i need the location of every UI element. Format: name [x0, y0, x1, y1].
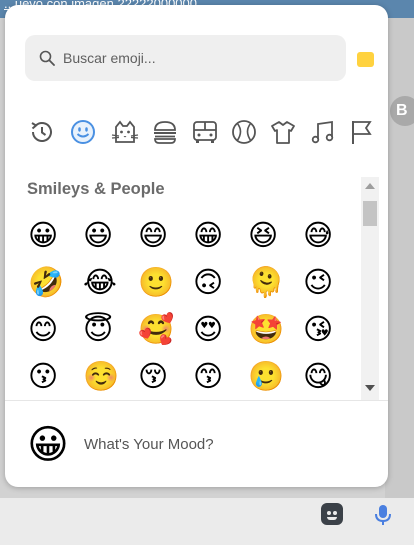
emoji-button-eye-icon: [327, 511, 331, 515]
cat-icon: [111, 120, 139, 143]
emoji-button[interactable]: 🫠: [248, 265, 303, 312]
emoji-button[interactable]: 😁: [193, 218, 248, 265]
music-note-icon: [311, 120, 334, 144]
category-travel[interactable]: [188, 115, 222, 149]
emoji-list[interactable]: Smileys & People 😀 😃 😄 😁 😆 😅 🤣 😂 🙂 🙃 🫠 😉 😊 😇 🥰 😍 🤩 😘 😗 ☺️ 😚 😙…: [14, 172, 388, 402]
emoji-button-eye-icon: [333, 511, 337, 515]
emoji-button[interactable]: 😋: [303, 359, 358, 402]
category-activities[interactable]: [227, 115, 261, 149]
emoji-button[interactable]: 🙃: [193, 265, 248, 312]
emoji-row: 🤣 😂 🙂 🙃 🫠 😉: [28, 265, 358, 312]
emoji-button[interactable]: 😅: [303, 218, 358, 265]
emoji-button[interactable]: 😚: [138, 359, 193, 402]
avatar-letter: B: [396, 102, 408, 119]
category-animals[interactable]: [108, 115, 142, 149]
emoji-button[interactable]: 😉: [303, 265, 358, 312]
category-flags[interactable]: [344, 115, 378, 149]
emoji-button[interactable]: 😂: [83, 265, 138, 312]
category-symbols[interactable]: [306, 115, 340, 149]
category-food[interactable]: [148, 115, 182, 149]
emoji-button[interactable]: 😙: [193, 359, 248, 402]
skin-tone-selector[interactable]: [357, 52, 374, 67]
emoji-row: 😗 ☺️ 😚 😙 🥲 😋: [28, 359, 358, 402]
chat-background-strip: [385, 18, 414, 498]
emoji-button[interactable]: 😄: [138, 218, 193, 265]
emoji-row: 😊 😇 🥰 😍 🤩 😘: [28, 312, 358, 359]
section-title: Smileys & People: [27, 180, 165, 198]
category-smileys[interactable]: [66, 115, 100, 149]
emoji-grid: 😀 😃 😄 😁 😆 😅 🤣 😂 🙂 🙃 🫠 😉 😊 😇 🥰 😍 🤩 😘 😗 ☺️ 😚 😙 🥲 😋: [28, 218, 358, 402]
message-input-bar: [0, 498, 414, 545]
ball-icon: [232, 120, 256, 144]
search-icon: [39, 50, 55, 66]
emoji-button[interactable]: 😃: [83, 218, 138, 265]
emoji-button-mouth-icon: [327, 517, 337, 520]
emoji-button[interactable]: 😀: [28, 218, 83, 265]
emoji-button[interactable]: 😍: [193, 312, 248, 359]
microphone-icon: [375, 505, 391, 525]
emoji-button[interactable]: 😘: [303, 312, 358, 359]
clock-icon: [31, 122, 52, 142]
search-box: [25, 35, 346, 81]
scrollbar[interactable]: [361, 177, 379, 401]
mood-label: What's Your Mood?: [84, 436, 214, 453]
emoji-picker: Smileys & People 😀😃😄😁😆😅🤣😂🙂🙃🫠😉😊😇🥰😍🤩😘😗☺️😚😙…: [5, 5, 388, 487]
scroll-down-arrow-icon[interactable]: [365, 385, 375, 391]
emoji-button[interactable]: 🤣: [28, 265, 83, 312]
category-recent[interactable]: [25, 115, 59, 149]
emoji-button[interactable]: 🥲: [248, 359, 303, 402]
mood-emoji: 😀: [27, 423, 69, 467]
scroll-up-arrow-icon[interactable]: [365, 183, 375, 189]
emoji-button[interactable]: 😊: [28, 312, 83, 359]
emoji-button[interactable]: ☺️: [83, 359, 138, 402]
emoji-button[interactable]: 🙂: [138, 265, 193, 312]
bus-icon: [193, 121, 217, 143]
emoji-button[interactable]: 🤩: [248, 312, 303, 359]
emoji-button[interactable]: 🥰: [138, 312, 193, 359]
emoji-button[interactable]: 😇: [83, 312, 138, 359]
smiley-icon: [71, 120, 95, 144]
flag-icon: [352, 121, 372, 144]
emoji-button[interactable]: 😆: [248, 218, 303, 265]
tshirt-icon: [271, 121, 295, 144]
mood-footer: 😀 What's Your Mood?: [5, 401, 388, 487]
emoji-button[interactable]: 😗: [28, 359, 83, 402]
burger-icon: [154, 121, 176, 144]
emoji-toggle-button[interactable]: [321, 503, 343, 525]
emoji-row: 😀 😃 😄 😁 😆 😅: [28, 218, 358, 265]
search-input[interactable]: [63, 35, 333, 81]
scrollbar-thumb[interactable]: [363, 201, 377, 226]
category-objects[interactable]: [266, 115, 300, 149]
microphone-button[interactable]: [373, 503, 393, 527]
